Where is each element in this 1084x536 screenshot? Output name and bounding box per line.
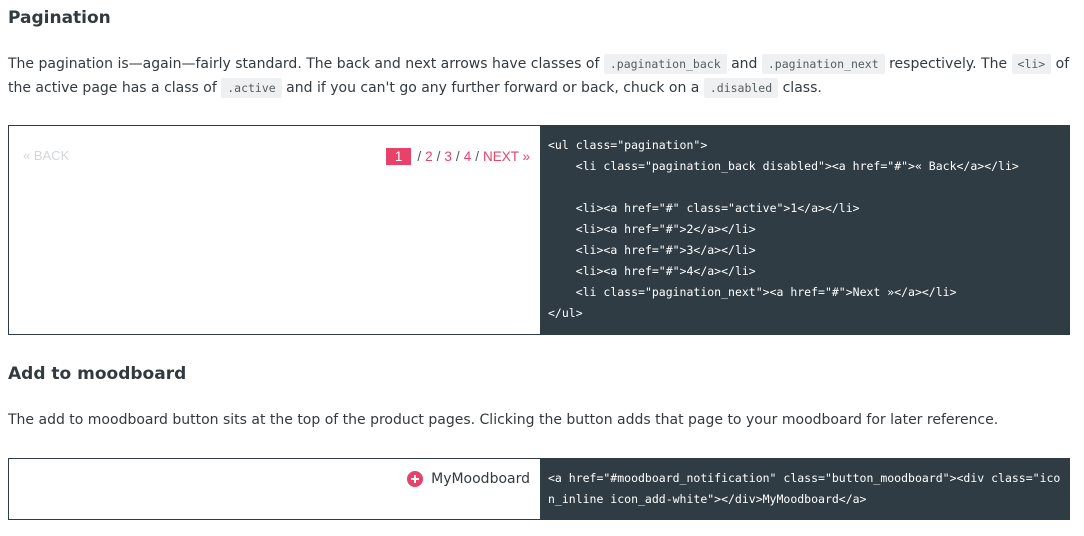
inline-code: .disabled <box>703 78 779 98</box>
page-link-3[interactable]: 3 <box>444 149 452 164</box>
pagination-description: The pagination is—again—fairly standard.… <box>8 52 1070 100</box>
pagination-code-block: <ul class="pagination"> <li class="pagin… <box>540 126 1069 334</box>
moodboard-heading: Add to moodboard <box>8 364 187 384</box>
inline-code: .pagination_back <box>603 54 727 74</box>
page-link-4[interactable]: 4 <box>464 149 472 164</box>
page-link-1[interactable]: 1 <box>385 148 412 165</box>
pagination-back-link[interactable]: « BACK <box>23 148 69 163</box>
inline-code: .pagination_next <box>761 54 885 74</box>
page-separator: / <box>475 149 479 164</box>
page-separator: / <box>417 149 422 164</box>
desc-text: respectively. The <box>889 56 1008 72</box>
inline-code: .active <box>221 78 282 98</box>
desc-text: and <box>731 56 758 72</box>
moodboard-button-label: MyMoodboard <box>431 471 530 487</box>
moodboard-code-block: <a href="#moodboard_notification" class=… <box>540 459 1069 519</box>
moodboard-example-panel: MyMoodboard <a href="#moodboard_notifica… <box>8 458 1070 520</box>
moodboard-button[interactable]: MyMoodboard <box>407 471 530 487</box>
moodboard-demo: MyMoodboard <box>9 459 540 519</box>
pagination-demo: « BACK 1 / 2 / 3 / 4 / NEXT » <box>9 126 540 334</box>
inline-code: <li> <box>1011 54 1052 74</box>
page-link-2[interactable]: 2 <box>425 149 433 164</box>
pagination-pages: 1 / 2 / 3 / 4 / NEXT » <box>385 148 530 165</box>
add-icon <box>407 471 424 487</box>
page-separator: / <box>436 149 441 164</box>
desc-text: class. <box>782 80 822 96</box>
page-separator: / <box>455 149 460 164</box>
pagination-example-panel: « BACK 1 / 2 / 3 / 4 / NEXT » <ul class=… <box>8 125 1070 335</box>
pagination-heading: Pagination <box>8 8 111 28</box>
moodboard-description: The add to moodboard button sits at the … <box>8 412 999 428</box>
desc-text: and if you can't go any further forward … <box>286 80 700 96</box>
desc-text: The pagination is—again—fairly standard.… <box>8 56 600 72</box>
pagination-next-link[interactable]: NEXT » <box>483 149 530 164</box>
